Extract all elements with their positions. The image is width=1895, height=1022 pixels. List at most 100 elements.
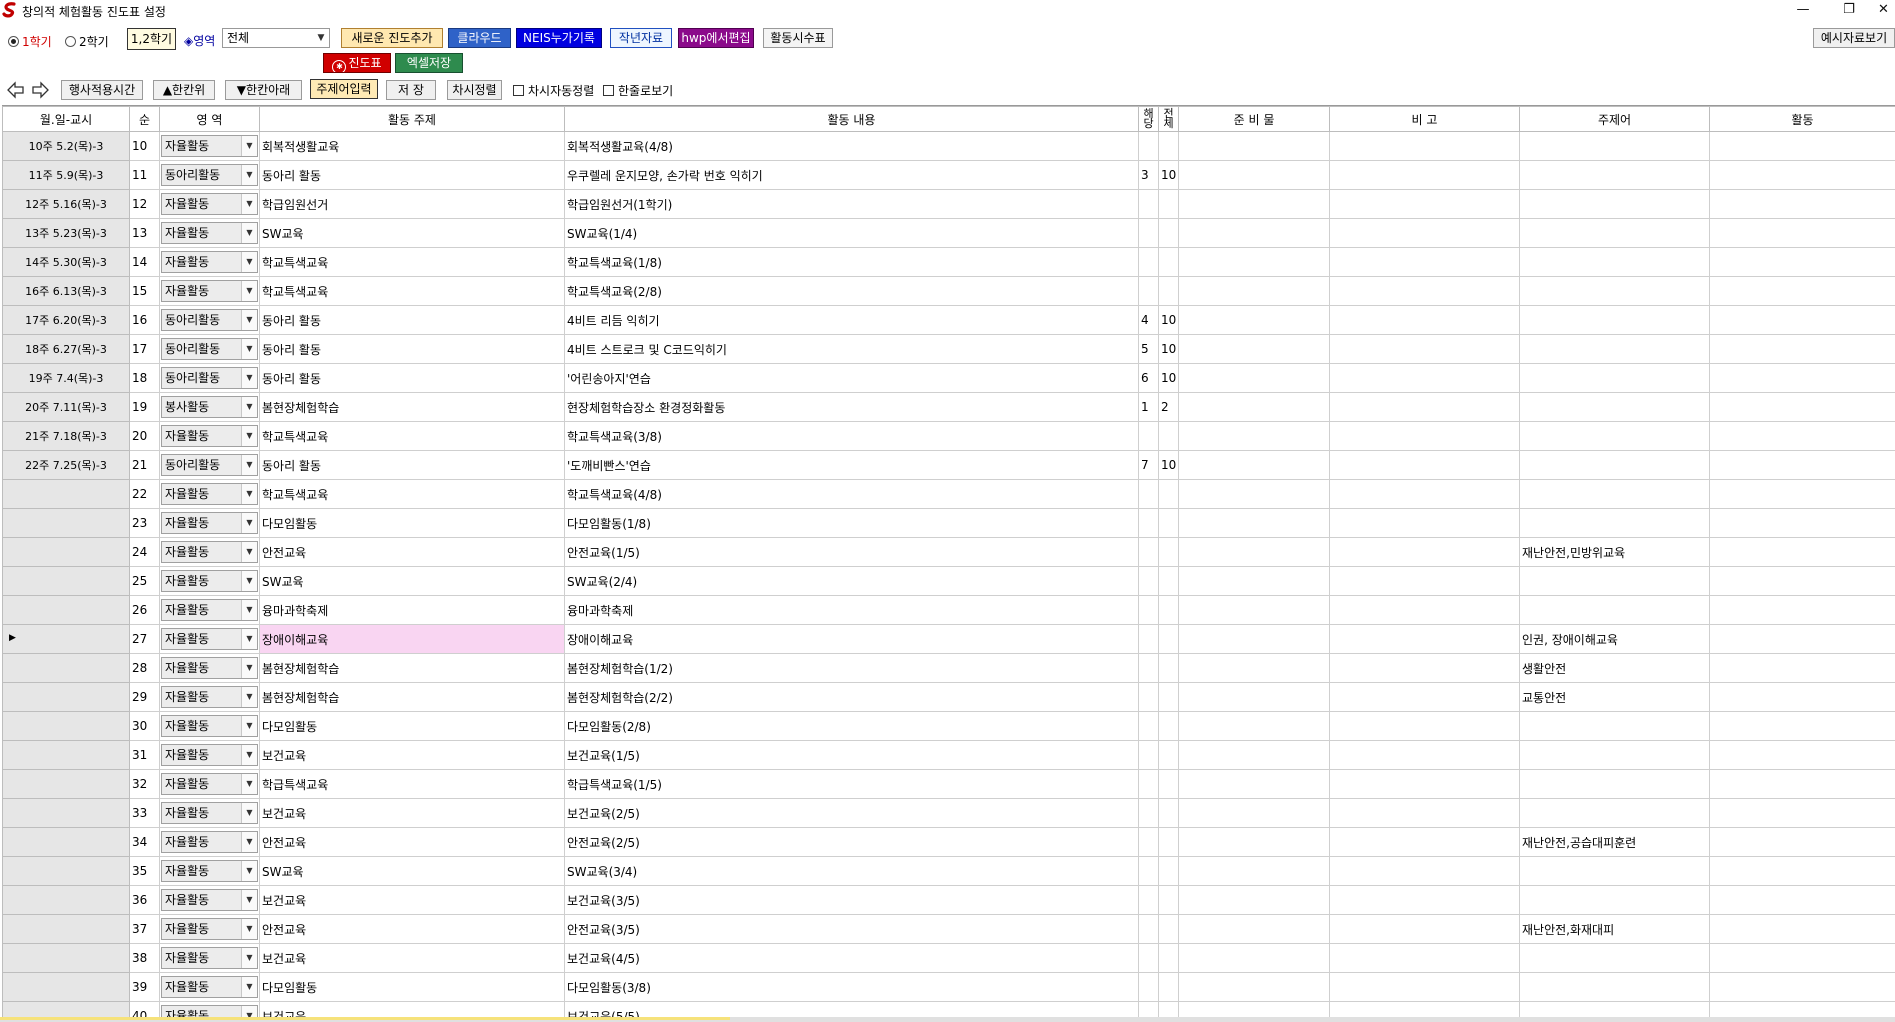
- cell-total[interactable]: [1158, 624, 1179, 654]
- area-combo[interactable]: 자율활동 ▼: [161, 976, 258, 998]
- cell-prep[interactable]: [1178, 914, 1330, 944]
- table-row[interactable]: 31 자율활동 ▼ 보건교육 보건교육(1/5): [2, 740, 1895, 770]
- area-combo[interactable]: 자율활동 ▼: [161, 802, 258, 824]
- cell-content[interactable]: 다모임활동(2/8): [564, 711, 1139, 741]
- cell-note[interactable]: [1329, 392, 1520, 422]
- cell-note[interactable]: [1329, 1001, 1520, 1018]
- cell-topic[interactable]: 안전교육: [259, 914, 565, 944]
- chevron-down-icon[interactable]: ▼: [241, 165, 257, 185]
- cell-topic[interactable]: SW교육: [259, 218, 565, 248]
- cell-current[interactable]: 1: [1138, 392, 1159, 422]
- cell-total[interactable]: 10: [1158, 334, 1179, 364]
- area-combo[interactable]: 봉사활동 ▼: [161, 396, 258, 418]
- cell-note[interactable]: [1329, 595, 1520, 625]
- cell-activity[interactable]: [1709, 450, 1895, 480]
- cell-prep[interactable]: [1178, 856, 1330, 886]
- cell-current[interactable]: [1138, 189, 1159, 219]
- cell-content[interactable]: 학교특색교육(3/8): [564, 421, 1139, 451]
- cell-note[interactable]: [1329, 740, 1520, 770]
- cell-area[interactable]: 자율활동 ▼: [159, 943, 260, 973]
- cell-prep[interactable]: [1178, 305, 1330, 335]
- area-combo[interactable]: 자율활동 ▼: [161, 512, 258, 534]
- cell-prep[interactable]: [1178, 740, 1330, 770]
- row-header-date[interactable]: [2, 827, 130, 857]
- cell-total[interactable]: [1158, 276, 1179, 306]
- cell-topic[interactable]: 학급임원선거: [259, 189, 565, 219]
- area-combo[interactable]: 동아리활동 ▼: [161, 309, 258, 331]
- cell-topic[interactable]: 봄현장체험학습: [259, 392, 565, 422]
- table-row[interactable]: 25 자율활동 ▼ SW교육 SW교육(2/4): [2, 566, 1895, 596]
- cell-activity[interactable]: [1709, 421, 1895, 451]
- cell-area[interactable]: 자율활동 ▼: [159, 972, 260, 1002]
- table-row[interactable]: 18주 6.27(목)-3 17 동아리활동 ▼ 동아리 활동 4비트 스트로크 및 C코…: [2, 334, 1895, 364]
- cell-keyword[interactable]: [1519, 421, 1710, 451]
- cell-topic[interactable]: 학교특색교육: [259, 276, 565, 306]
- cell-keyword[interactable]: [1519, 363, 1710, 393]
- cell-current[interactable]: [1138, 740, 1159, 770]
- chevron-down-icon[interactable]: ▼: [241, 890, 257, 910]
- area-combo[interactable]: 자율활동 ▼: [161, 947, 258, 969]
- horizontal-scrollbar[interactable]: [0, 1017, 1895, 1022]
- cell-content[interactable]: '어린송아지'연습: [564, 363, 1139, 393]
- cell-topic[interactable]: 동아리 활동: [259, 305, 565, 335]
- chevron-down-icon[interactable]: ▼: [241, 223, 257, 243]
- cell-area[interactable]: 자율활동 ▼: [159, 885, 260, 915]
- move-up-button[interactable]: ▲한칸위: [153, 80, 215, 100]
- chevron-down-icon[interactable]: ▼: [241, 310, 257, 330]
- cell-current[interactable]: [1138, 827, 1159, 857]
- cell-note[interactable]: [1329, 247, 1520, 277]
- cell-topic[interactable]: SW교육: [259, 856, 565, 886]
- row-header-date[interactable]: 16주 6.13(목)-3: [2, 276, 130, 306]
- cell-activity[interactable]: [1709, 392, 1895, 422]
- cell-area[interactable]: 동아리활동 ▼: [159, 363, 260, 393]
- cell-seq[interactable]: 28: [129, 653, 160, 683]
- cell-topic[interactable]: 학급특색교육: [259, 769, 565, 799]
- cell-content[interactable]: 학급임원선거(1학기): [564, 189, 1139, 219]
- cell-prep[interactable]: [1178, 479, 1330, 509]
- cell-total[interactable]: [1158, 421, 1179, 451]
- area-combo[interactable]: 동아리활동 ▼: [161, 338, 258, 360]
- table-row[interactable]: 24 자율활동 ▼ 안전교육 안전교육(1/5) 재난안전,민방위교육: [2, 537, 1895, 567]
- cell-content[interactable]: 장애이해교육: [564, 624, 1139, 654]
- table-row[interactable]: 30 자율활동 ▼ 다모임활동 다모임활동(2/8): [2, 711, 1895, 741]
- cell-area[interactable]: 자율활동 ▼: [159, 566, 260, 596]
- cell-area[interactable]: 자율활동 ▼: [159, 682, 260, 712]
- cell-seq[interactable]: 22: [129, 479, 160, 509]
- area-combo[interactable]: 자율활동 ▼: [161, 628, 258, 650]
- cell-content[interactable]: 보건교육(1/5): [564, 740, 1139, 770]
- cell-area[interactable]: 자율활동 ▼: [159, 595, 260, 625]
- row-header-date[interactable]: [2, 769, 130, 799]
- area-combo[interactable]: 자율활동 ▼: [161, 918, 258, 940]
- progress-table-button[interactable]: ✱ 진도표: [323, 53, 391, 73]
- cell-keyword[interactable]: [1519, 392, 1710, 422]
- cell-total[interactable]: [1158, 479, 1179, 509]
- cell-note[interactable]: [1329, 334, 1520, 364]
- cell-topic[interactable]: 다모임활동: [259, 508, 565, 538]
- close-button[interactable]: ✕: [1872, 0, 1895, 22]
- row-header-date[interactable]: 10주 5.2(목)-3: [2, 131, 130, 161]
- cell-topic[interactable]: 동아리 활동: [259, 334, 565, 364]
- cell-seq[interactable]: 32: [129, 769, 160, 799]
- cell-topic[interactable]: 보건교육: [259, 1001, 565, 1018]
- cloud-button[interactable]: 클라우드: [448, 28, 511, 48]
- cell-keyword[interactable]: [1519, 566, 1710, 596]
- chevron-down-icon[interactable]: ▼: [241, 368, 257, 388]
- cell-prep[interactable]: [1178, 1001, 1330, 1018]
- row-header-date[interactable]: 22주 7.25(목)-3: [2, 450, 130, 480]
- cell-note[interactable]: [1329, 972, 1520, 1002]
- chevron-down-icon[interactable]: ▼: [241, 629, 257, 649]
- line-view-checkbox[interactable]: 한줄로보기: [603, 82, 673, 99]
- cell-prep[interactable]: [1178, 131, 1330, 161]
- cell-activity[interactable]: [1709, 856, 1895, 886]
- cell-current[interactable]: [1138, 508, 1159, 538]
- new-progress-button[interactable]: 새로운 진도추가: [341, 28, 443, 48]
- row-header-date[interactable]: [2, 595, 130, 625]
- cell-current[interactable]: 7: [1138, 450, 1159, 480]
- chevron-down-icon[interactable]: ▼: [241, 600, 257, 620]
- table-row[interactable]: ▶ 27 자율활동 ▼ 장애이해교육 장애이해교육 인권, 장애이해교육: [2, 624, 1895, 654]
- cell-content[interactable]: 봄현장체험학습(2/2): [564, 682, 1139, 712]
- cell-current[interactable]: [1138, 769, 1159, 799]
- table-row[interactable]: 17주 6.20(목)-3 16 동아리활동 ▼ 동아리 활동 4비트 리듬 익히기 4 10: [2, 305, 1895, 335]
- cell-note[interactable]: [1329, 421, 1520, 451]
- cell-keyword[interactable]: [1519, 131, 1710, 161]
